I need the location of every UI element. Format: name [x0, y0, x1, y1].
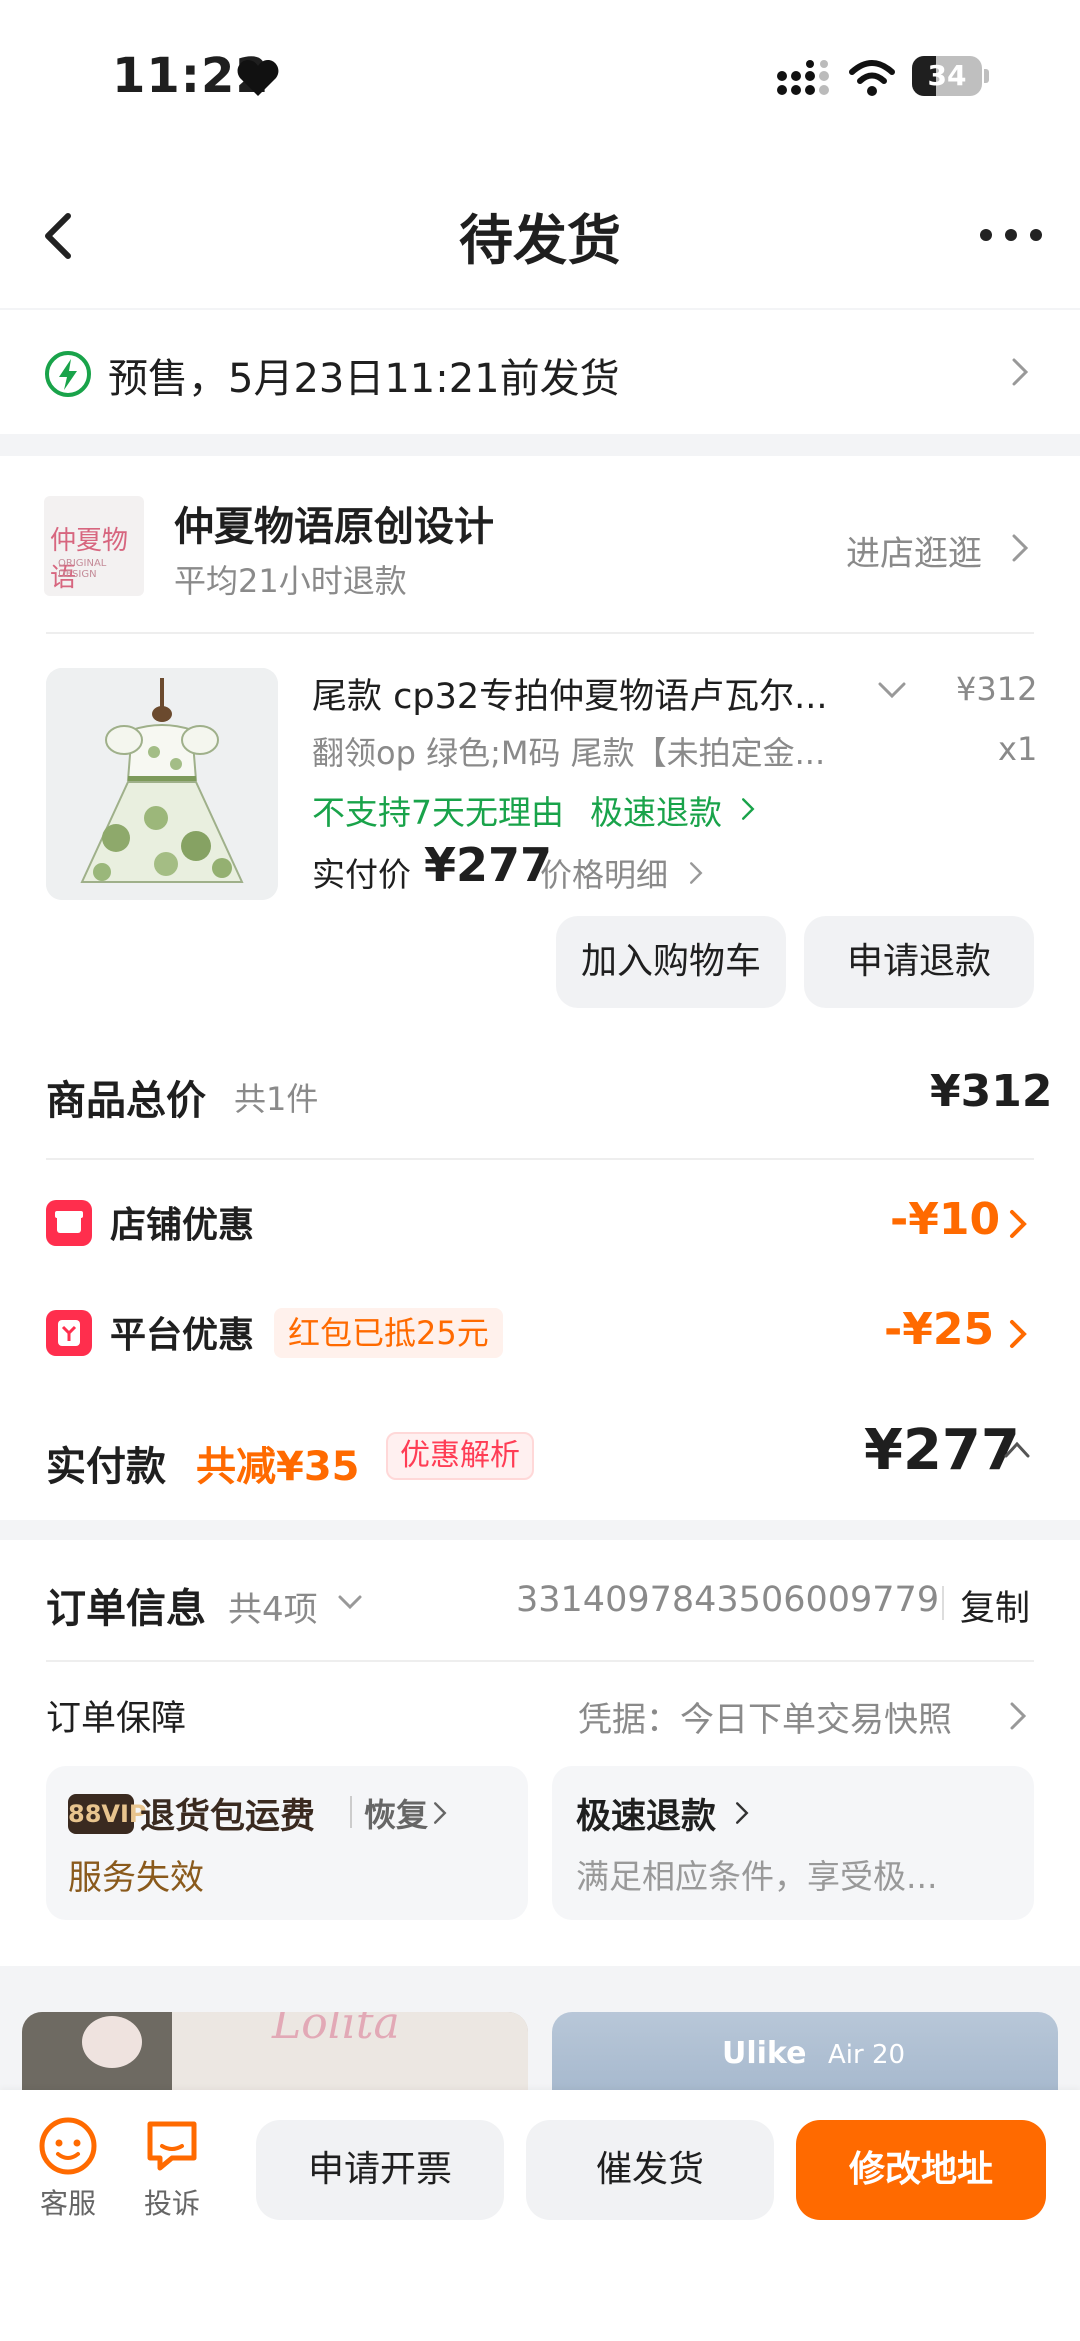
page-title: 待发货	[459, 209, 621, 272]
fast-refund-title: 极速退款	[576, 1797, 717, 1837]
separator	[942, 1586, 944, 1620]
separator	[350, 1796, 352, 1828]
shop-discount-label: 店铺优惠	[110, 1205, 255, 1246]
rec-model: Air 20	[828, 2040, 906, 2070]
fast-refund-desc: 满足相应条件，享受极...	[576, 1857, 938, 1896]
chevron-right-icon	[736, 1802, 749, 1824]
order-number: 3314097843506009779	[516, 1580, 940, 1620]
divider	[46, 1158, 1034, 1160]
chevron-right-icon	[1010, 1320, 1027, 1348]
chevron-right-icon	[1012, 358, 1029, 386]
order-info-title: 订单信息	[46, 1586, 206, 1632]
product-price: ¥312	[956, 670, 1038, 708]
chevron-right-icon	[1010, 1702, 1027, 1730]
heart-icon	[237, 60, 279, 96]
shop-logo-text: 仲夏物语	[50, 526, 129, 593]
real-price-value: ¥277	[424, 838, 553, 892]
platform-discount-label: 平台优惠	[110, 1315, 255, 1356]
product-spec: 翻领op 绿色;M码 尾款【未拍定金...	[312, 734, 826, 772]
divider	[46, 632, 1034, 634]
no-return-notice: 不支持7天无理由	[312, 793, 564, 832]
shop-refund-time: 平均21小时退款	[174, 562, 407, 600]
order-card: 仲夏物语 ORIGINAL DESIGN 仲夏物语原创设计 平均21小时退款 进…	[0, 456, 1080, 1520]
rec-brand: Ulike	[722, 2036, 807, 2071]
shop-name[interactable]: 仲夏物语原创设计	[174, 494, 494, 552]
battery-level: 34	[927, 59, 967, 92]
total-saved: 共减¥35	[196, 1444, 360, 1490]
restore-link[interactable]: 恢复	[364, 1790, 428, 1836]
order-info-section: 订单信息 共4项 3314097843506009779 复制 订单保障 凭据：…	[0, 1540, 1080, 1966]
customer-service-icon[interactable]	[38, 2116, 98, 2176]
battery-indicator: 34	[912, 56, 990, 102]
product-quantity: x1	[998, 730, 1038, 768]
platform-discount-value[interactable]: -¥25	[884, 1304, 994, 1355]
discount-analysis-tag[interactable]: 优惠解析	[386, 1432, 534, 1480]
chevron-right-icon	[742, 798, 755, 820]
chevron-up-icon[interactable]	[1002, 1438, 1032, 1460]
chevron-right-icon	[1012, 534, 1029, 562]
snapshot-link[interactable]: 凭据：今日下单交易快照	[578, 1692, 952, 1741]
chevron-right-icon	[690, 862, 703, 884]
chevron-right-icon	[434, 1802, 447, 1824]
fast-refund-link[interactable]: 极速退款	[590, 786, 722, 834]
modify-address-button[interactable]: 修改地址	[796, 2120, 1046, 2220]
chevron-right-icon	[1010, 1210, 1027, 1238]
platform-discount-icon	[46, 1310, 92, 1356]
visit-shop-link[interactable]: 进店逛逛	[846, 526, 982, 575]
signal-icon	[777, 60, 829, 95]
total-value: ¥312	[930, 1066, 1053, 1117]
presale-banner[interactable]: 预售，5月23日11:21前发货	[0, 310, 1080, 434]
return-shipping-box[interactable]: 88VIP 退货包运费 恢复 服务失效	[46, 1766, 528, 1920]
shop-discount-value[interactable]: -¥10	[890, 1194, 1000, 1245]
nav-header: 待发货	[0, 160, 1080, 308]
shop-logo[interactable]: 仲夏物语 ORIGINAL DESIGN	[44, 496, 144, 596]
copy-button[interactable]: 复制	[960, 1580, 1030, 1631]
add-to-cart-button[interactable]: 加入购物车	[556, 916, 786, 1008]
order-detail-page: 11:22 34 待发货 预售，5月23日11:21前发货 仲夏物语 ORIGI…	[0, 0, 1080, 2341]
customer-service-label[interactable]: 客服	[40, 2182, 96, 2222]
presale-text: 预售，5月23日11:21前发货	[108, 356, 620, 402]
lightning-icon	[45, 351, 91, 397]
paid-label: 实付款	[46, 1444, 166, 1490]
shop-logo-sub: ORIGINAL DESIGN	[58, 558, 107, 580]
wifi-icon	[849, 60, 895, 96]
price-detail-link[interactable]: 价格明细	[540, 850, 668, 896]
return-shipping-label: 退货包运费	[140, 1797, 316, 1837]
product-image[interactable]	[46, 668, 278, 900]
vip-badge: 88VIP	[68, 1794, 147, 1834]
total-count: 共1件	[234, 1080, 319, 1118]
total-label: 商品总价	[46, 1078, 206, 1124]
complaint-icon[interactable]	[142, 2116, 202, 2176]
complaint-label[interactable]: 投诉	[144, 2182, 200, 2222]
service-failed-text: 服务失效	[68, 1858, 204, 1898]
red-packet-tag: 红包已抵25元	[274, 1308, 503, 1358]
order-info-count[interactable]: 共4项	[228, 1582, 318, 1631]
urge-shipping-button[interactable]: 催发货	[526, 2120, 774, 2220]
svg-text:Lolita: Lolita	[271, 2012, 400, 2049]
apply-refund-button[interactable]: 申请退款	[804, 916, 1034, 1008]
fast-refund-box[interactable]: 极速退款 满足相应条件，享受极...	[552, 1766, 1034, 1920]
invoice-button[interactable]: 申请开票	[256, 2120, 504, 2220]
bottom-action-bar: 客服 投诉 申请开票 催发货 修改地址	[0, 2090, 1080, 2341]
real-price-label: 实付价	[312, 855, 411, 894]
chevron-down-icon[interactable]	[876, 678, 908, 702]
product-name[interactable]: 尾款 cp32专拍仲夏物语卢瓦尔...	[312, 668, 828, 719]
guarantee-label: 订单保障	[46, 1699, 187, 1739]
status-bar: 11:22 34	[0, 0, 1080, 160]
paid-value: ¥277	[864, 1418, 1020, 1483]
more-icon[interactable]	[978, 220, 1044, 250]
divider	[46, 1660, 1034, 1662]
chevron-down-icon[interactable]	[336, 1592, 364, 1612]
shop-discount-icon	[46, 1200, 92, 1246]
